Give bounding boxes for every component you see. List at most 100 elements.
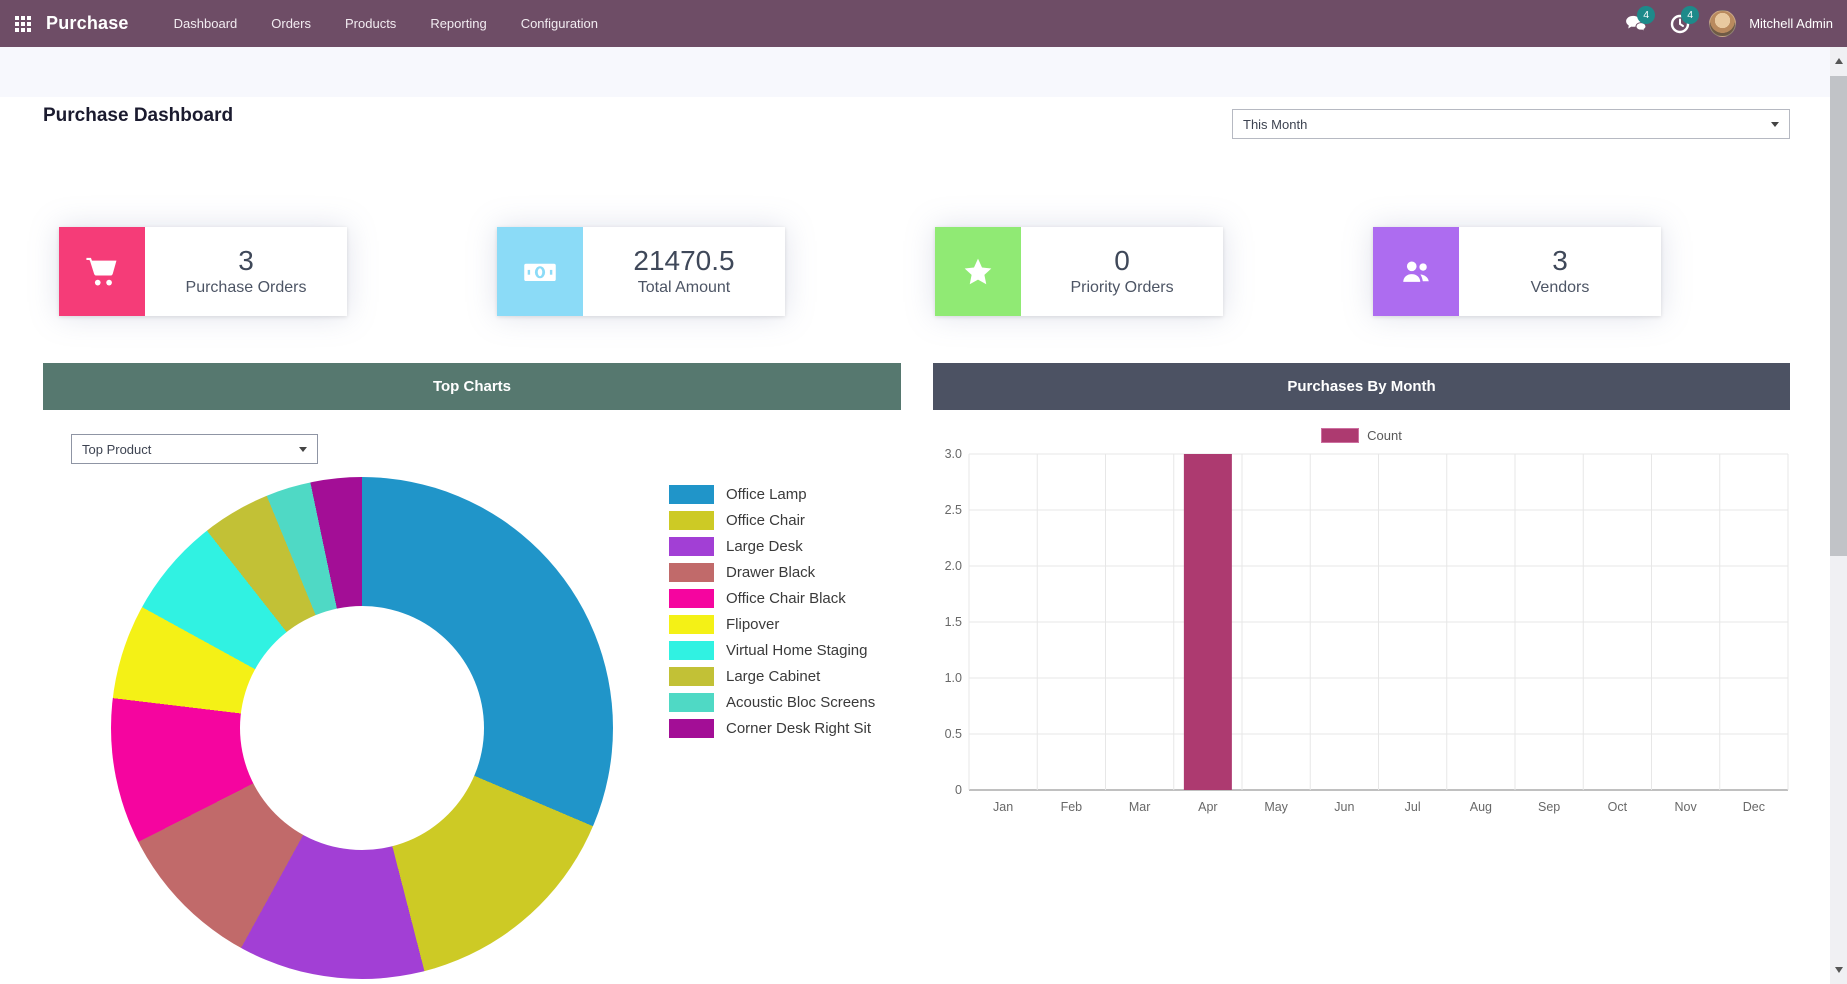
chevron-down-icon bbox=[1771, 122, 1779, 127]
kpi-value: 3 bbox=[238, 246, 254, 277]
period-filter-select[interactable]: This Month bbox=[1232, 109, 1790, 139]
legend-swatch bbox=[669, 667, 714, 686]
vertical-scrollbar[interactable] bbox=[1830, 47, 1847, 984]
legend-item[interactable]: Corner Desk Right Sit bbox=[669, 715, 875, 741]
money-bill-icon bbox=[497, 227, 583, 316]
systray: 4 4 Mitchell Admin bbox=[1619, 0, 1847, 47]
svg-text:Feb: Feb bbox=[1061, 800, 1083, 814]
kpi-value: 21470.5 bbox=[633, 246, 734, 277]
scroll-down-button[interactable] bbox=[1830, 956, 1847, 984]
legend-item[interactable]: Drawer Black bbox=[669, 559, 875, 585]
kpi-body: 3 Purchase Orders bbox=[145, 227, 347, 316]
purchases-by-month-header: Purchases By Month bbox=[933, 363, 1790, 410]
kpi-card-priority-orders[interactable]: 0 Priority Orders bbox=[935, 227, 1223, 316]
legend-item[interactable]: Virtual Home Staging bbox=[669, 637, 875, 663]
kpi-card-purchase-orders[interactable]: 3 Purchase Orders bbox=[59, 227, 347, 316]
svg-text:0.5: 0.5 bbox=[945, 727, 962, 741]
users-icon bbox=[1373, 227, 1459, 316]
legend-swatch bbox=[669, 589, 714, 608]
legend-label: Acoustic Bloc Screens bbox=[726, 694, 875, 711]
top-chart-type-select[interactable]: Top Product bbox=[71, 434, 318, 464]
legend-item[interactable]: Large Cabinet bbox=[669, 663, 875, 689]
messages-badge: 4 bbox=[1637, 6, 1655, 24]
top-chart-type-value: Top Product bbox=[82, 442, 151, 457]
svg-text:2.0: 2.0 bbox=[945, 559, 962, 573]
legend-label: Office Lamp bbox=[726, 486, 807, 503]
messages-button[interactable]: 4 bbox=[1619, 0, 1653, 47]
kpi-body: 21470.5 Total Amount bbox=[583, 227, 785, 316]
svg-text:0: 0 bbox=[955, 783, 962, 797]
shopping-cart-icon bbox=[59, 227, 145, 316]
top-navbar: Purchase Dashboard Orders Products Repor… bbox=[0, 0, 1847, 47]
kpi-label: Purchase Orders bbox=[186, 279, 307, 297]
menu-item-products[interactable]: Products bbox=[328, 0, 413, 47]
star-icon bbox=[935, 227, 1021, 316]
svg-text:Jun: Jun bbox=[1334, 800, 1354, 814]
menu-item-reporting[interactable]: Reporting bbox=[413, 0, 503, 47]
legend-swatch bbox=[669, 563, 714, 582]
main-menu: Dashboard Orders Products Reporting Conf… bbox=[157, 0, 615, 47]
legend-item[interactable]: Flipover bbox=[669, 611, 875, 637]
kpi-cards-row: 3 Purchase Orders 21470.5 Total Amount 0 bbox=[59, 227, 1661, 316]
svg-text:Jul: Jul bbox=[1405, 800, 1421, 814]
scroll-up-button[interactable] bbox=[1830, 47, 1847, 75]
legend-item[interactable]: Large Desk bbox=[669, 533, 875, 559]
bar-apr[interactable] bbox=[1184, 454, 1232, 790]
menu-item-orders[interactable]: Orders bbox=[254, 0, 328, 47]
svg-text:1.5: 1.5 bbox=[945, 615, 962, 629]
legend-swatch bbox=[669, 485, 714, 504]
svg-text:Sep: Sep bbox=[1538, 800, 1560, 814]
activities-badge: 4 bbox=[1681, 6, 1699, 24]
legend-label: Large Cabinet bbox=[726, 668, 820, 685]
top-charts-header-label: Top Charts bbox=[433, 378, 511, 395]
svg-text:Nov: Nov bbox=[1675, 800, 1698, 814]
donut-hole bbox=[240, 606, 484, 850]
svg-text:1.0: 1.0 bbox=[945, 671, 962, 685]
legend-item[interactable]: Acoustic Bloc Screens bbox=[669, 689, 875, 715]
user-name[interactable]: Mitchell Admin bbox=[1749, 16, 1833, 31]
svg-text:2.5: 2.5 bbox=[945, 503, 962, 517]
app-name[interactable]: Purchase bbox=[46, 13, 129, 34]
period-filter-value: This Month bbox=[1243, 117, 1307, 132]
purchases-by-month-header-label: Purchases By Month bbox=[1287, 378, 1435, 395]
legend-swatch bbox=[669, 511, 714, 530]
kpi-label: Total Amount bbox=[638, 279, 731, 297]
kpi-card-vendors[interactable]: 3 Vendors bbox=[1373, 227, 1661, 316]
legend-label: Flipover bbox=[726, 616, 779, 633]
kpi-card-total-amount[interactable]: 21470.5 Total Amount bbox=[497, 227, 785, 316]
legend-swatch bbox=[669, 693, 714, 712]
kpi-value: 0 bbox=[1114, 246, 1130, 277]
legend-item[interactable]: Office Chair Black bbox=[669, 585, 875, 611]
svg-text:Oct: Oct bbox=[1608, 800, 1628, 814]
svg-text:3.0: 3.0 bbox=[945, 447, 962, 461]
kpi-value: 3 bbox=[1552, 246, 1568, 277]
pie-legend: Office Lamp Office Chair Large Desk Drawer … bbox=[669, 481, 875, 741]
kpi-label: Priority Orders bbox=[1070, 279, 1173, 297]
legend-swatch bbox=[669, 641, 714, 660]
legend-label: Corner Desk Right Sit bbox=[726, 720, 871, 737]
activities-button[interactable]: 4 bbox=[1663, 0, 1697, 47]
kpi-body: 3 Vendors bbox=[1459, 227, 1661, 316]
apps-grid-icon bbox=[15, 16, 31, 32]
legend-label: Drawer Black bbox=[726, 564, 815, 581]
menu-item-configuration[interactable]: Configuration bbox=[504, 0, 615, 47]
svg-text:May: May bbox=[1264, 800, 1288, 814]
svg-text:Jan: Jan bbox=[993, 800, 1013, 814]
legend-label: Office Chair bbox=[726, 512, 805, 529]
kpi-body: 0 Priority Orders bbox=[1021, 227, 1223, 316]
page-title: Purchase Dashboard bbox=[43, 105, 233, 127]
svg-text:Mar: Mar bbox=[1129, 800, 1151, 814]
svg-text:Dec: Dec bbox=[1743, 800, 1765, 814]
legend-item[interactable]: Office Chair bbox=[669, 507, 875, 533]
bar-chart-svg: 0 0.5 1.0 1.5 2.0 2.5 3.0 Jan Feb Mar Apr May Jun Jul… bbox=[933, 440, 1813, 830]
apps-menu-button[interactable] bbox=[0, 0, 46, 47]
kpi-label: Vendors bbox=[1531, 279, 1590, 297]
svg-text:Aug: Aug bbox=[1470, 800, 1492, 814]
user-menu-button[interactable] bbox=[1707, 0, 1737, 47]
control-panel-band bbox=[0, 47, 1830, 97]
legend-label: Virtual Home Staging bbox=[726, 642, 867, 659]
menu-item-dashboard[interactable]: Dashboard bbox=[157, 0, 255, 47]
svg-text:Apr: Apr bbox=[1198, 800, 1217, 814]
scrollbar-thumb[interactable] bbox=[1830, 76, 1847, 556]
legend-item[interactable]: Office Lamp bbox=[669, 481, 875, 507]
